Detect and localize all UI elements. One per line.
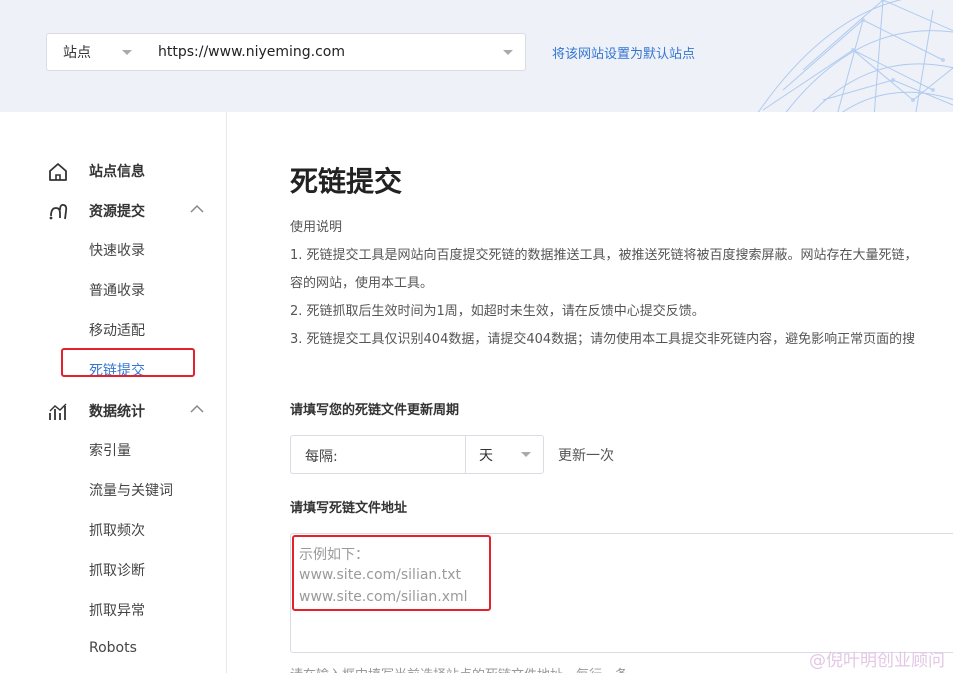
divider [465,436,466,473]
site-url-value: https://www.niyeming.com [158,44,345,60]
watermark: @倪叶明创业顾问 [809,651,945,671]
update-once-label: 更新一次 [558,448,614,464]
highlight-box-example [292,535,491,611]
site-type-label: 站点 [63,45,91,61]
update-period-select[interactable]: 每隔: 天 [290,435,544,474]
highlight-box-sidebar [61,348,195,377]
chevron-up-icon [190,404,204,413]
sidebar-item-robots[interactable]: Robots [89,640,137,656]
sidebar-item-site-info[interactable]: 站点信息 [0,156,226,186]
sidebar-item-crawl-diagnosis[interactable]: 抓取诊断 [89,560,145,580]
sidebar-item-label: 站点信息 [89,164,145,180]
resource-submit-icon [49,203,68,220]
period-unit-value: 天 [479,448,493,464]
sidebar-item-traffic-keywords[interactable]: 流量与关键词 [89,480,173,500]
every-label: 每隔: [305,449,338,465]
home-icon [49,163,67,181]
sidebar-item-index-volume[interactable]: 索引量 [89,440,131,460]
usage-line: 1. 死链提交工具是网站向百度提交死链的数据推送工具，被推送死链将被百度搜索屏蔽… [290,248,918,263]
usage-title: 使用说明 [290,220,343,235]
sidebar-group-data-stats[interactable]: 数据统计 [0,396,226,426]
chevron-down-icon [521,452,531,457]
period-section-label: 请填写您的死链文件更新周期 [290,403,460,418]
sidebar-item-normal-index[interactable]: 普通收录 [89,280,145,300]
chevron-up-icon [190,204,204,213]
page-title: 死链提交 [290,165,403,198]
set-default-site-link[interactable]: 将该网站设置为默认站点 [552,43,695,62]
address-section-label: 请填写死链文件地址 [290,501,408,516]
bottom-hint: 请在输入框中填写当前选择站点的死链文件地址，每行一条 [290,664,628,673]
usage-line: 2. 死链抓取后生效时间为1周，如超时未生效，请在反馈中心提交反馈。 [290,304,705,319]
site-type-select[interactable]: 站点 [46,33,145,71]
top-bar: 站点 https://www.niyeming.com 将该网站设置为默认站点 [0,0,953,112]
sidebar-item-crawl-frequency[interactable]: 抓取频次 [89,520,145,540]
sidebar-item-crawl-errors[interactable]: 抓取异常 [89,600,145,620]
sidebar-item-fast-index[interactable]: 快速收录 [89,240,145,260]
sidebar-group-label: 资源提交 [89,204,145,220]
site-url-select[interactable]: https://www.niyeming.com [144,33,526,71]
globe-decoration-icon [757,0,953,112]
sidebar: 站点信息 资源提交 快速收录 普通收录 移动适配 死链提交 数据统计 索引量 流… [0,112,227,673]
usage-line: 3. 死链提交工具仅识别404数据，请提交404数据；请勿使用本工具提交非死链内… [290,332,916,347]
sidebar-group-label: 数据统计 [89,404,145,420]
chevron-down-icon [503,49,513,55]
main-content: 死链提交 使用说明 1. 死链提交工具是网站向百度提交死链的数据推送工具，被推送… [227,112,953,673]
usage-line: 容的网站，使用本工具。 [290,276,434,291]
chart-stats-icon [49,403,67,420]
sidebar-item-mobile-adapt[interactable]: 移动适配 [89,320,145,340]
chevron-down-icon [122,49,132,55]
sidebar-group-resource-submit[interactable]: 资源提交 [0,196,226,226]
